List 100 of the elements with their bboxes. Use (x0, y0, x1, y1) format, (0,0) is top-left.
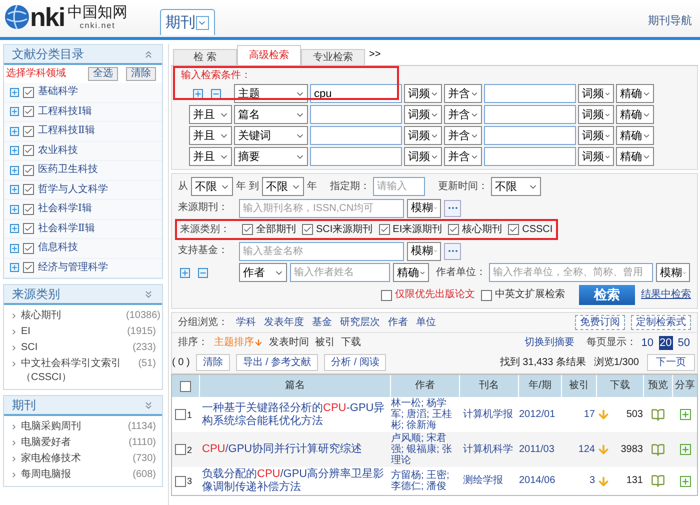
dropdown[interactable]: 精确 (616, 126, 654, 145)
title-link[interactable]: 负载分配的CPU/GPU高分辨率卫星影像调制传递补偿方法 (200, 468, 390, 494)
input-field[interactable] (484, 147, 576, 166)
category-label[interactable]: 基础科学 (38, 85, 78, 100)
nav-link[interactable]: 期刊导航 (648, 14, 692, 28)
input-field[interactable] (310, 147, 402, 166)
expand-button[interactable] (10, 185, 19, 194)
journal-link[interactable]: 测绘学报 (460, 474, 518, 488)
preview-book-icon[interactable] (650, 408, 666, 422)
filter-link[interactable]: 核心期刊 (21, 309, 126, 323)
dropdown[interactable]: 词频 (404, 105, 442, 124)
dropdown[interactable]: 词频 (404, 147, 442, 166)
more-tabs-link[interactable]: >> (369, 48, 381, 62)
dropdown[interactable]: 不限 (262, 177, 304, 196)
source-type-option[interactable]: SCI来源期刊 (316, 222, 373, 236)
expand-button[interactable] (10, 224, 19, 234)
group-link[interactable]: 研究层次 (340, 316, 380, 330)
checkbox[interactable] (448, 224, 460, 235)
filter-link[interactable]: 每周电脑报 (21, 468, 126, 482)
dropdown[interactable]: 精确 (393, 263, 429, 282)
issue-link[interactable]: 2012/01 (519, 408, 561, 422)
filter-link[interactable]: 中文社会科学引文索引（CSSCI） (21, 357, 126, 385)
input-field[interactable] (310, 126, 402, 145)
per-page-option[interactable]: 20 (658, 336, 673, 350)
toolbar-button[interactable]: 定制检索式 (631, 315, 691, 330)
dropdown[interactable]: 模糊 (407, 242, 441, 260)
expand-button[interactable] (10, 263, 19, 272)
action-button[interactable]: 分析 / 阅读 (324, 354, 386, 371)
checkbox[interactable] (23, 262, 34, 274)
input-field[interactable]: 输入作者单位，全称、简称、曾用 (489, 263, 653, 282)
search-tab[interactable]: 检 索 (173, 49, 237, 65)
input-field[interactable]: 输入作者姓名 (290, 263, 390, 282)
download-icon[interactable] (597, 474, 610, 488)
filter-link[interactable]: EI (21, 325, 126, 339)
filter-link[interactable]: SCI (21, 341, 126, 355)
dropdown[interactable]: 不限 (490, 177, 541, 196)
source-type-option[interactable]: 全部期刊 (256, 222, 296, 236)
dropdown[interactable]: 并含 (444, 126, 482, 145)
collapse-icon[interactable] (143, 48, 154, 60)
dropdown[interactable]: 并含 (444, 147, 482, 166)
checkbox[interactable] (302, 224, 313, 235)
checkbox[interactable] (23, 204, 34, 215)
source-type-option[interactable]: EI来源期刊 (392, 222, 442, 236)
search-tab[interactable]: 高级检索 (237, 45, 301, 65)
checkbox[interactable] (175, 476, 186, 486)
dropdown[interactable]: 词频 (578, 105, 614, 124)
checkbox[interactable] (175, 444, 186, 455)
dropdown[interactable]: 精确 (616, 147, 654, 166)
expand-button[interactable] (10, 88, 19, 97)
checkbox[interactable] (23, 164, 34, 176)
more-button[interactable] (444, 242, 461, 260)
checkbox[interactable] (23, 126, 34, 137)
preview-book-icon[interactable] (650, 474, 666, 488)
search-within-link[interactable]: 结果中检索 (641, 288, 691, 302)
dropdown[interactable]: 精确 (616, 105, 654, 124)
sidebar-button[interactable]: 全选 (88, 67, 118, 81)
option-label[interactable]: 仅限优先出版论文 (395, 288, 475, 302)
search-tab[interactable]: 专业检索 (301, 49, 365, 65)
share-button[interactable] (680, 409, 690, 420)
journal-link[interactable]: 计算机学报 (460, 408, 518, 422)
dropdown[interactable]: 篇名 (234, 105, 308, 124)
expand-button[interactable] (10, 204, 19, 214)
group-link[interactable]: 学科 (236, 316, 256, 330)
sort-option[interactable]: 被引 (315, 336, 335, 350)
expand-button[interactable] (10, 244, 19, 253)
dropdown[interactable]: 作者 (239, 263, 287, 282)
input-field[interactable] (484, 126, 576, 145)
dropdown[interactable]: 并且 (189, 126, 232, 145)
dropdown[interactable]: 并含 (444, 84, 482, 103)
source-type-option[interactable]: CSSCI (522, 222, 553, 236)
dropdown[interactable]: 并含 (444, 105, 482, 124)
author-links[interactable]: 方留杨; 王密; 李德仁; 潘俊 (391, 470, 459, 492)
input-field[interactable] (310, 105, 402, 124)
checkbox[interactable] (23, 242, 34, 254)
search-button[interactable]: 检索 (579, 285, 635, 305)
category-label[interactable]: 农业科技 (38, 144, 78, 158)
per-page-option[interactable]: 50 (676, 336, 691, 350)
group-link[interactable]: 基金 (312, 316, 332, 330)
checkbox[interactable] (23, 86, 34, 98)
group-link[interactable]: 发表年度 (264, 316, 304, 330)
input-field[interactable] (484, 84, 576, 103)
cited-count[interactable]: 3 (562, 474, 596, 488)
cited-count[interactable]: 124 (562, 442, 596, 456)
dropdown[interactable]: 模糊 (656, 263, 690, 282)
remove-row-button[interactable] (211, 88, 221, 98)
sort-option[interactable]: 发表时间 (269, 336, 309, 350)
source-type-option[interactable]: 核心期刊 (462, 222, 502, 236)
dropdown[interactable]: 精确 (616, 84, 654, 103)
input-field[interactable] (484, 105, 576, 124)
preview-book-icon[interactable] (650, 442, 666, 456)
checkbox[interactable] (378, 224, 390, 235)
next-page-button[interactable]: 下一页 (647, 354, 695, 371)
filter-link[interactable]: 家电检修技术 (21, 452, 126, 466)
action-button[interactable]: 导出 / 参考文献 (236, 354, 318, 371)
expand-icon[interactable] (143, 400, 154, 410)
checkbox[interactable] (381, 290, 392, 300)
download-icon[interactable] (597, 408, 610, 421)
download-icon[interactable] (597, 443, 610, 456)
toolbar-button[interactable]: 免费订阅 (575, 315, 625, 330)
add-row-button[interactable] (180, 268, 190, 278)
